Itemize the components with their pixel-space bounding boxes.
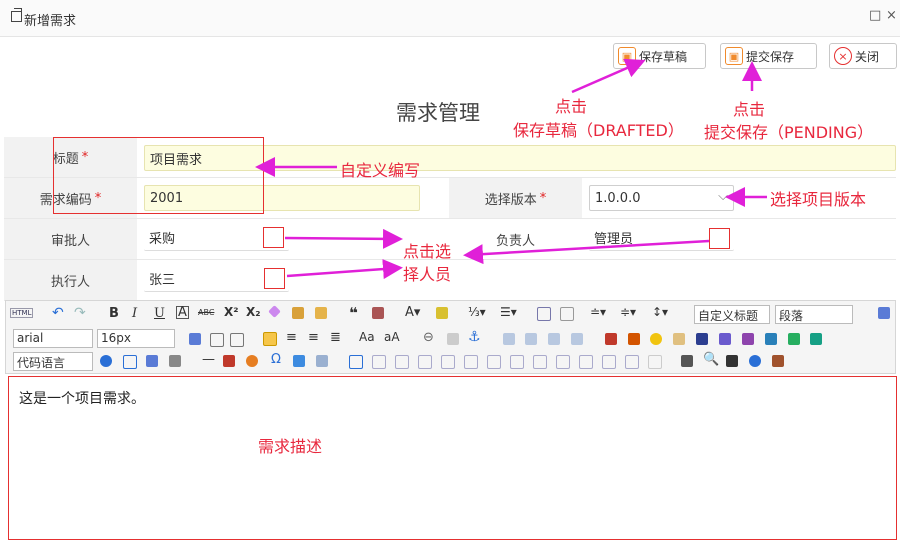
arrow-from-approver <box>284 228 403 249</box>
arrow-to-save-draft <box>571 58 646 94</box>
arrow-from-owner <box>463 239 710 265</box>
arrow-from-executor <box>286 259 403 280</box>
annotation-arrows <box>255 58 767 280</box>
